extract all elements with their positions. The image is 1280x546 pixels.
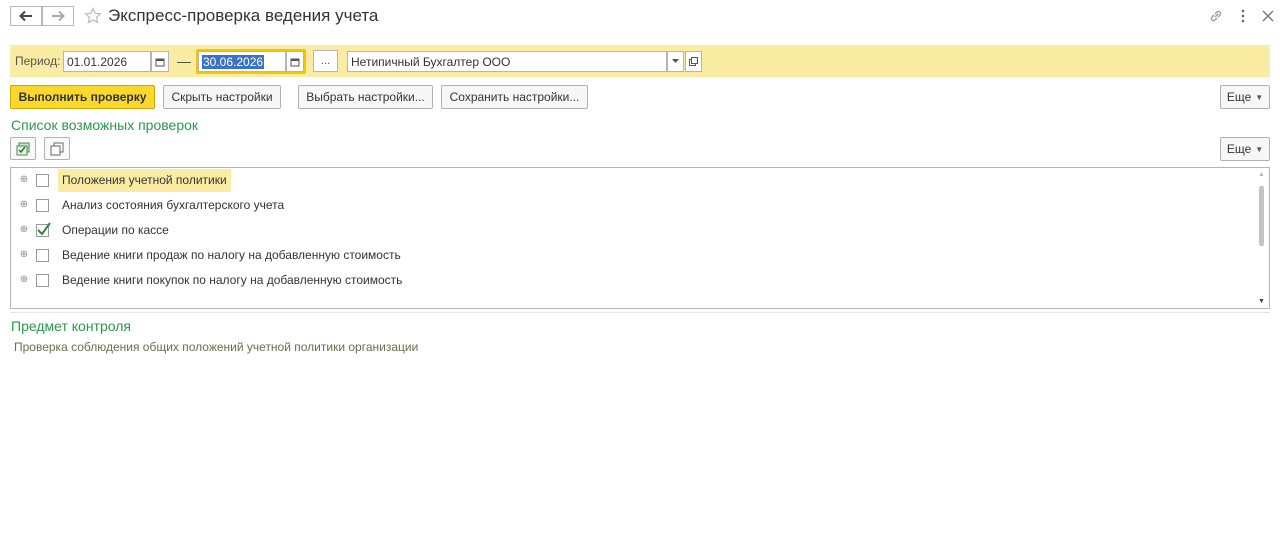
back-button[interactable] [10, 6, 42, 26]
more-label: Еще [1226, 90, 1252, 104]
checkbox[interactable] [36, 174, 49, 187]
chevron-down-icon: ▼ [1255, 144, 1264, 154]
list-item-label: Ведение книги покупок по налогу на добав… [62, 273, 403, 287]
list-item[interactable]: ⊕ Анализ состояния бухгалтерского учета [11, 193, 1256, 218]
expand-icon[interactable]: ⊕ [19, 200, 29, 210]
organization-dropdown-button[interactable] [667, 51, 684, 72]
scroll-up-icon[interactable]: ▲ [1258, 171, 1265, 178]
date-from-field[interactable]: 01.01.2026 [63, 51, 151, 72]
checkbox[interactable] [36, 222, 51, 237]
divider [10, 312, 1270, 313]
chevron-down-icon: ▼ [1255, 92, 1264, 102]
hide-settings-button[interactable]: Скрыть настройки [163, 85, 281, 109]
list-item-label: Положения учетной политики [58, 169, 231, 192]
organization-field[interactable]: Нетипичный Бухгалтер ООО [347, 51, 667, 72]
expand-icon[interactable]: ⊕ [19, 275, 29, 285]
checkbox[interactable] [36, 274, 49, 287]
more-actions-icon[interactable] [1238, 9, 1248, 23]
save-settings-button[interactable]: Сохранить настройки... [441, 85, 588, 109]
scroll-thumb[interactable] [1259, 186, 1264, 246]
list-item-label: Ведение книги продаж по налогу на добавл… [62, 248, 401, 262]
calendar-icon [290, 58, 300, 66]
date-to-value: 30.06.2026 [202, 55, 265, 69]
period-select-button[interactable]: ... [313, 50, 338, 72]
expand-icon[interactable]: ⊕ [19, 250, 29, 260]
expand-icon[interactable]: ⊕ [19, 225, 29, 235]
subject-section-title: Предмет контроля [11, 318, 131, 334]
date-from-calendar-button[interactable] [151, 51, 169, 72]
checkbox[interactable] [36, 249, 49, 262]
list-item[interactable]: ⊕ Ведение книги продаж по налогу на доба… [11, 243, 1256, 268]
period-label: Период: [15, 54, 61, 68]
arrow-left-icon [19, 10, 32, 22]
choose-settings-button[interactable]: Выбрать настройки... [298, 85, 433, 109]
arrow-right-icon [52, 10, 65, 22]
scrollbar[interactable]: ▲ ▼ [1255, 168, 1269, 308]
run-check-button[interactable]: Выполнить проверку [10, 85, 155, 109]
organization-open-button[interactable] [685, 51, 702, 72]
date-to-field[interactable]: 30.06.2026 [198, 51, 286, 72]
period-separator: — [177, 53, 191, 69]
check-all-icon [16, 142, 30, 155]
checkmark-icon [37, 222, 51, 236]
checks-more-label: Еще [1226, 142, 1252, 156]
close-icon[interactable] [1262, 10, 1274, 22]
list-item[interactable]: ⊕ Ведение книги покупок по налогу на доб… [11, 268, 1256, 293]
list-item-label: Операции по кассе [62, 223, 169, 237]
expand-icon[interactable]: ⊕ [19, 175, 29, 185]
link-icon[interactable] [1209, 9, 1223, 23]
uncheck-all-button[interactable] [44, 137, 70, 160]
subject-description: Проверка соблюдения общих положений учет… [14, 340, 419, 354]
checks-more-button[interactable]: Еще ▼ [1220, 137, 1270, 161]
star-icon[interactable] [84, 7, 102, 25]
uncheck-all-icon [50, 142, 64, 155]
list-item[interactable]: ⊕ Положения учетной политики [11, 168, 1256, 193]
open-icon [689, 57, 698, 66]
scroll-down-icon[interactable]: ▼ [1258, 298, 1265, 305]
forward-button[interactable] [42, 6, 74, 26]
date-to-calendar-button[interactable] [286, 51, 304, 72]
checks-list: ⊕ Положения учетной политики ⊕ Анализ со… [10, 167, 1270, 309]
check-all-button[interactable] [10, 137, 36, 160]
page-title: Экспресс-проверка ведения учета [108, 6, 379, 25]
list-item-label: Анализ состояния бухгалтерского учета [62, 198, 285, 212]
chevron-down-icon [672, 59, 679, 63]
more-button[interactable]: Еще ▼ [1220, 85, 1270, 109]
calendar-icon [155, 58, 165, 66]
checks-section-title: Список возможных проверок [11, 117, 199, 133]
checkbox[interactable] [36, 199, 49, 212]
list-item[interactable]: ⊕ Операции по кассе [11, 218, 1256, 243]
